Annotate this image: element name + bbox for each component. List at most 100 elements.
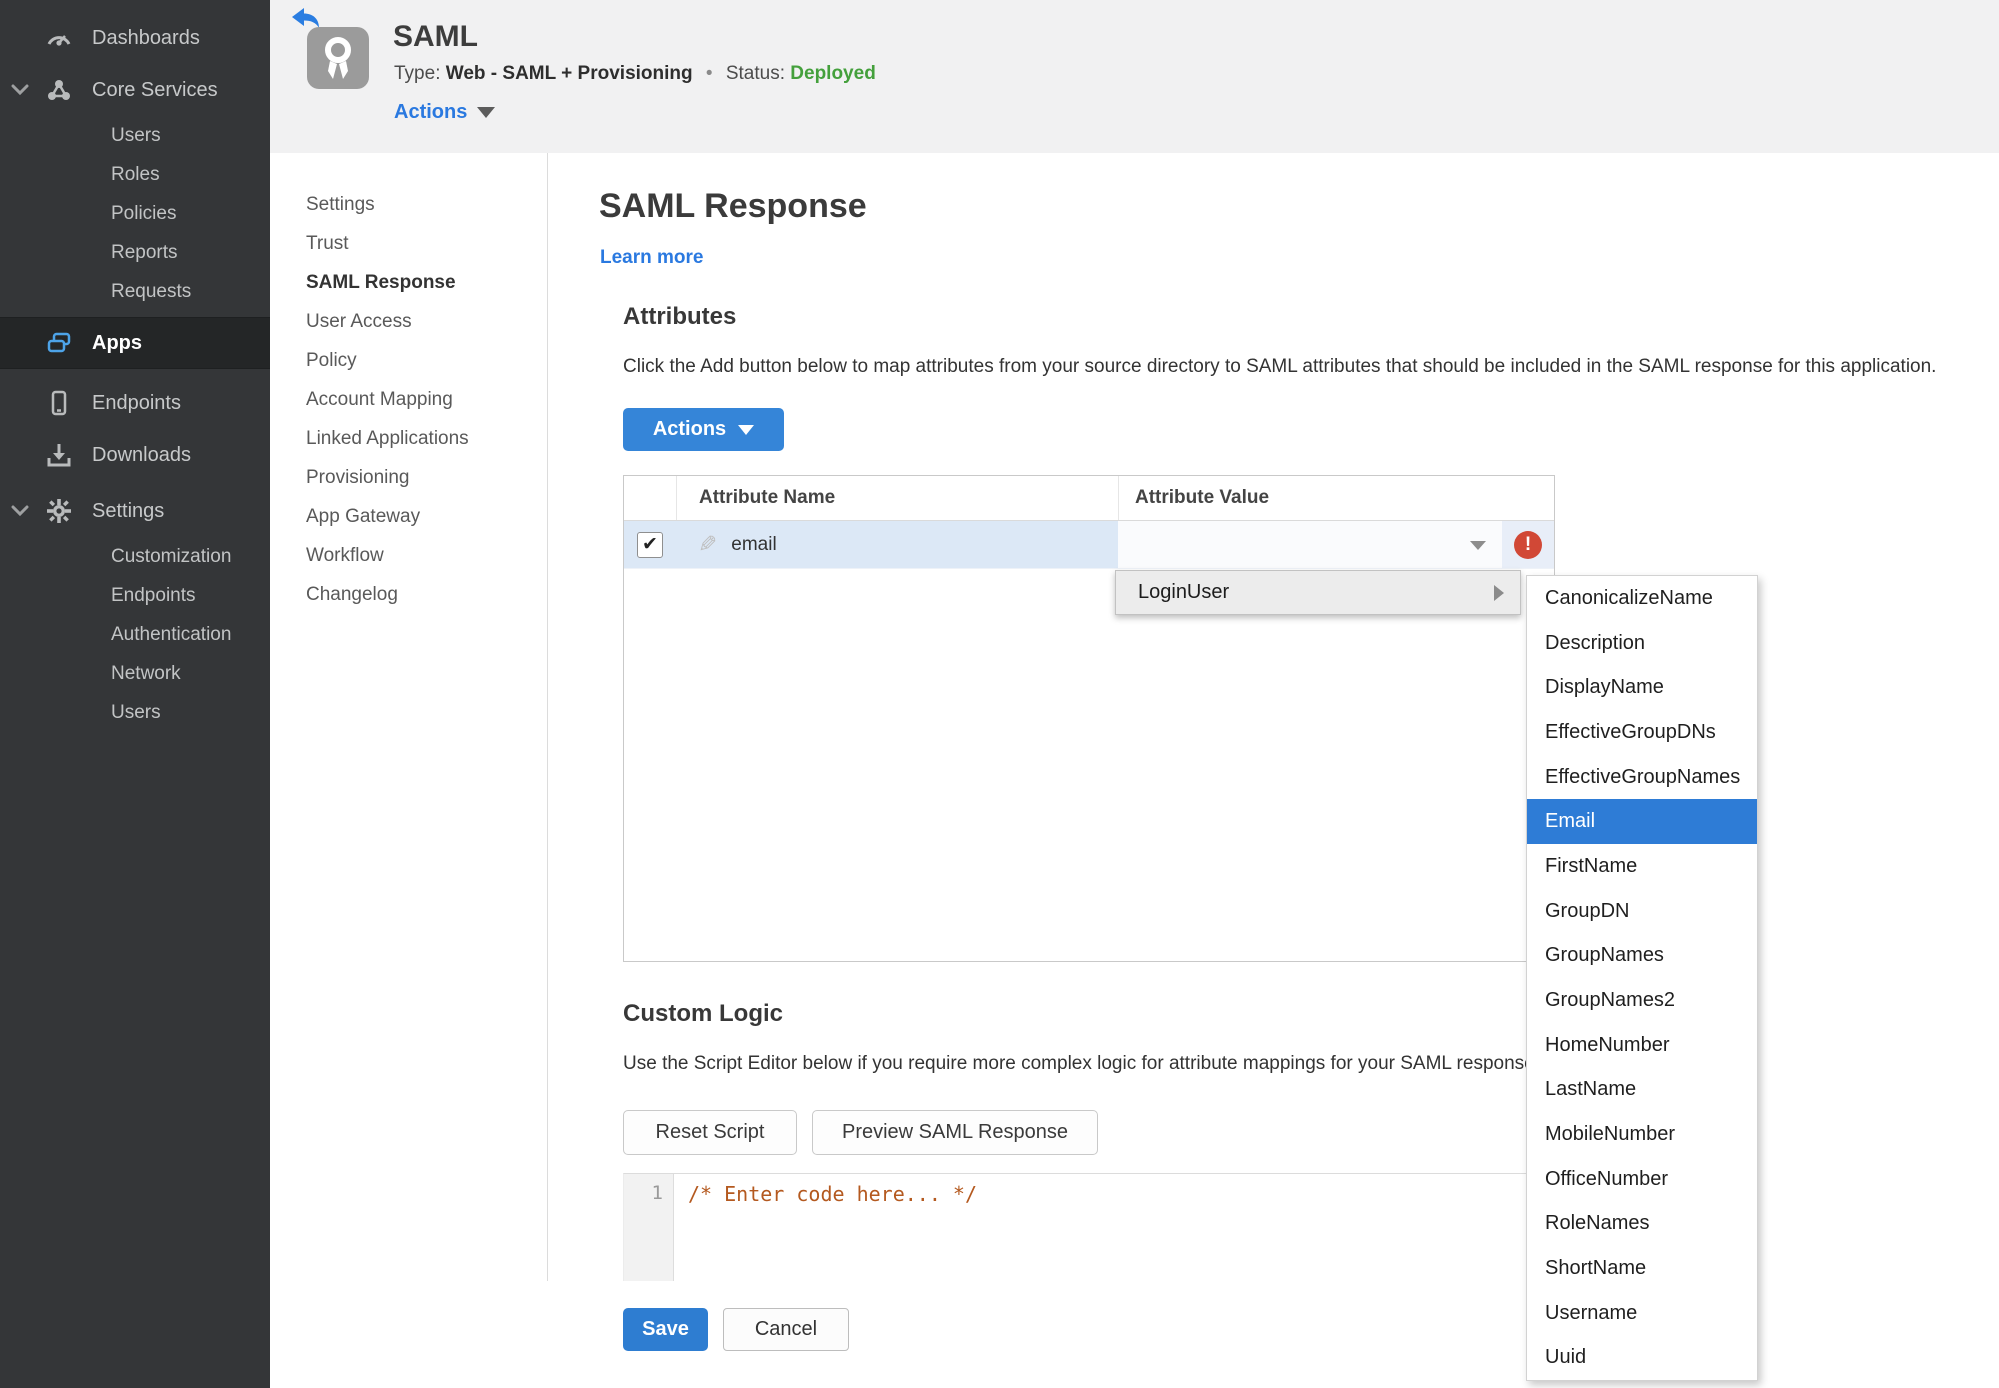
loginuser-menu-item[interactable]: LoginUser bbox=[1115, 570, 1521, 615]
submenu-item-label: EffectiveGroupNames bbox=[1545, 765, 1741, 788]
submenu-item-rolenames[interactable]: RoleNames bbox=[1527, 1201, 1757, 1246]
sidebar-item-customization[interactable]: Customization bbox=[0, 537, 270, 576]
row-select-cell: ✔ bbox=[624, 521, 676, 568]
sidebar-item-users[interactable]: Users bbox=[0, 116, 270, 155]
tab-workflow[interactable]: Workflow bbox=[270, 536, 547, 575]
submenu-item-label: Email bbox=[1545, 810, 1596, 833]
type-value: Web - SAML + Provisioning bbox=[445, 63, 693, 84]
submenu-item-mobilenumber[interactable]: MobileNumber bbox=[1527, 1112, 1757, 1157]
save-button[interactable]: Save bbox=[623, 1308, 708, 1351]
header-actions-menu[interactable]: Actions bbox=[394, 101, 496, 124]
error-icon: ! bbox=[1514, 530, 1542, 559]
cancel-button[interactable]: Cancel bbox=[723, 1308, 849, 1351]
actions-button-label: Actions bbox=[652, 418, 727, 440]
sidebar-item-roles[interactable]: Roles bbox=[0, 155, 270, 194]
submenu-item-groupnames[interactable]: GroupNames bbox=[1527, 933, 1757, 978]
loginuser-attributes-submenu: CanonicalizeName Description DisplayName… bbox=[1526, 575, 1758, 1381]
sidebar-item-settings-endpoints[interactable]: Endpoints bbox=[0, 576, 270, 615]
tab-saml-response[interactable]: SAML Response bbox=[270, 263, 547, 302]
downloads-icon bbox=[40, 441, 78, 469]
sidebar-item-core-services[interactable]: Core Services bbox=[0, 64, 270, 116]
sidebar-item-settings[interactable]: Settings bbox=[0, 485, 270, 537]
tab-label: Provisioning bbox=[306, 466, 410, 488]
tab-account-mapping[interactable]: Account Mapping bbox=[270, 380, 547, 419]
page-title: SAML Response bbox=[599, 187, 867, 225]
editor-code[interactable]: /* Enter code here... */ bbox=[674, 1174, 1555, 1281]
editor-line-number: 1 bbox=[624, 1174, 674, 1281]
attributes-actions-button[interactable]: Actions bbox=[623, 408, 784, 451]
sidebar-item-label: Network bbox=[111, 662, 181, 684]
chevron-down-icon[interactable] bbox=[0, 84, 40, 96]
tab-label: Trust bbox=[306, 232, 349, 254]
tab-linked-applications[interactable]: Linked Applications bbox=[270, 419, 547, 458]
sidebar-item-label: Customization bbox=[111, 545, 232, 567]
submenu-item-label: GroupDN bbox=[1545, 899, 1630, 922]
sidebar-item-label: Dashboards bbox=[92, 26, 200, 49]
submenu-item-groupdn[interactable]: GroupDN bbox=[1527, 889, 1757, 934]
sidebar-item-endpoints[interactable]: Endpoints bbox=[0, 377, 270, 429]
script-editor[interactable]: 1 /* Enter code here... */ bbox=[623, 1173, 1555, 1281]
tab-trust[interactable]: Trust bbox=[270, 224, 547, 263]
preview-saml-response-button[interactable]: Preview SAML Response bbox=[812, 1110, 1098, 1155]
submenu-item-email[interactable]: Email bbox=[1527, 799, 1757, 845]
row-checkbox[interactable]: ✔ bbox=[637, 531, 663, 558]
custom-logic-heading: Custom Logic bbox=[623, 1000, 783, 1027]
sidebar-item-settings-users[interactable]: Users bbox=[0, 693, 270, 732]
type-label: Type: bbox=[394, 63, 441, 84]
submenu-item-displayname[interactable]: DisplayName bbox=[1527, 665, 1757, 710]
submenu-item-label: CanonicalizeName bbox=[1545, 586, 1713, 609]
submenu-item-label: GroupNames bbox=[1545, 944, 1664, 967]
submenu-item-shortname[interactable]: ShortName bbox=[1527, 1246, 1757, 1291]
status-badge: Deployed bbox=[790, 63, 876, 84]
submenu-item-effectivegroupnames[interactable]: EffectiveGroupNames bbox=[1527, 755, 1757, 800]
validation-zone: ! bbox=[1502, 521, 1554, 568]
edit-pencil-icon[interactable]: ✎ bbox=[698, 531, 717, 558]
submenu-item-officenumber[interactable]: OfficeNumber bbox=[1527, 1157, 1757, 1202]
sidebar-item-policies[interactable]: Policies bbox=[0, 194, 270, 233]
tab-settings[interactable]: Settings bbox=[270, 185, 547, 224]
submenu-item-description[interactable]: Description bbox=[1527, 621, 1757, 666]
sidebar-item-reports[interactable]: Reports bbox=[0, 233, 270, 272]
sidebar-item-downloads[interactable]: Downloads bbox=[0, 429, 270, 481]
saml-app-icon bbox=[307, 27, 369, 89]
sidebar-item-network[interactable]: Network bbox=[0, 654, 270, 693]
page-header: SAML Type: Web - SAML + Provisioning • S… bbox=[270, 0, 1999, 153]
submenu-item-label: Username bbox=[1545, 1301, 1638, 1324]
table-row[interactable]: ✔ ✎ email ! bbox=[624, 521, 1554, 569]
submenu-item-groupnames2[interactable]: GroupNames2 bbox=[1527, 978, 1757, 1023]
caret-down-icon bbox=[738, 424, 755, 435]
submenu-item-uuid[interactable]: Uuid bbox=[1527, 1335, 1757, 1380]
dashboard-icon bbox=[40, 24, 78, 52]
submenu-item-label: MobileNumber bbox=[1545, 1122, 1676, 1145]
chevron-down-icon[interactable] bbox=[0, 505, 40, 517]
submenu-item-canonicalizename[interactable]: CanonicalizeName bbox=[1527, 576, 1757, 621]
submenu-item-lastname[interactable]: LastName bbox=[1527, 1067, 1757, 1112]
attribute-value-cell: ! bbox=[1118, 521, 1554, 568]
submenu-item-username[interactable]: Username bbox=[1527, 1291, 1757, 1336]
app-section-nav: Settings Trust SAML Response User Access… bbox=[270, 153, 547, 614]
tab-provisioning[interactable]: Provisioning bbox=[270, 458, 547, 497]
sidebar-item-label: Core Services bbox=[92, 78, 218, 101]
learn-more-link[interactable]: Learn more bbox=[600, 247, 703, 269]
submenu-item-label: Uuid bbox=[1545, 1346, 1587, 1369]
chevron-right-icon bbox=[1494, 584, 1504, 601]
sidebar-item-apps[interactable]: Apps bbox=[0, 317, 270, 369]
tab-app-gateway[interactable]: App Gateway bbox=[270, 497, 547, 536]
submenu-item-effectivegroupdns[interactable]: EffectiveGroupDNs bbox=[1527, 710, 1757, 755]
apps-icon bbox=[40, 329, 78, 357]
tab-user-access[interactable]: User Access bbox=[270, 302, 547, 341]
sidebar-item-authentication[interactable]: Authentication bbox=[0, 615, 270, 654]
attribute-value-combobox[interactable] bbox=[1118, 521, 1502, 568]
tab-policy[interactable]: Policy bbox=[270, 341, 547, 380]
content-divider bbox=[547, 153, 548, 1281]
reset-script-button[interactable]: Reset Script bbox=[623, 1110, 797, 1155]
submenu-item-label: HomeNumber bbox=[1545, 1033, 1670, 1056]
attribute-value-column-header: Attribute Value bbox=[1118, 476, 1554, 520]
submenu-item-firstname[interactable]: FirstName bbox=[1527, 844, 1757, 889]
sidebar-item-requests[interactable]: Requests bbox=[0, 272, 270, 311]
tab-changelog[interactable]: Changelog bbox=[270, 575, 547, 614]
submenu-item-homenumber[interactable]: HomeNumber bbox=[1527, 1023, 1757, 1068]
sidebar-item-dashboards[interactable]: Dashboards bbox=[0, 12, 270, 64]
select-column-header bbox=[624, 476, 676, 520]
combobox-caret-icon bbox=[1470, 541, 1486, 550]
